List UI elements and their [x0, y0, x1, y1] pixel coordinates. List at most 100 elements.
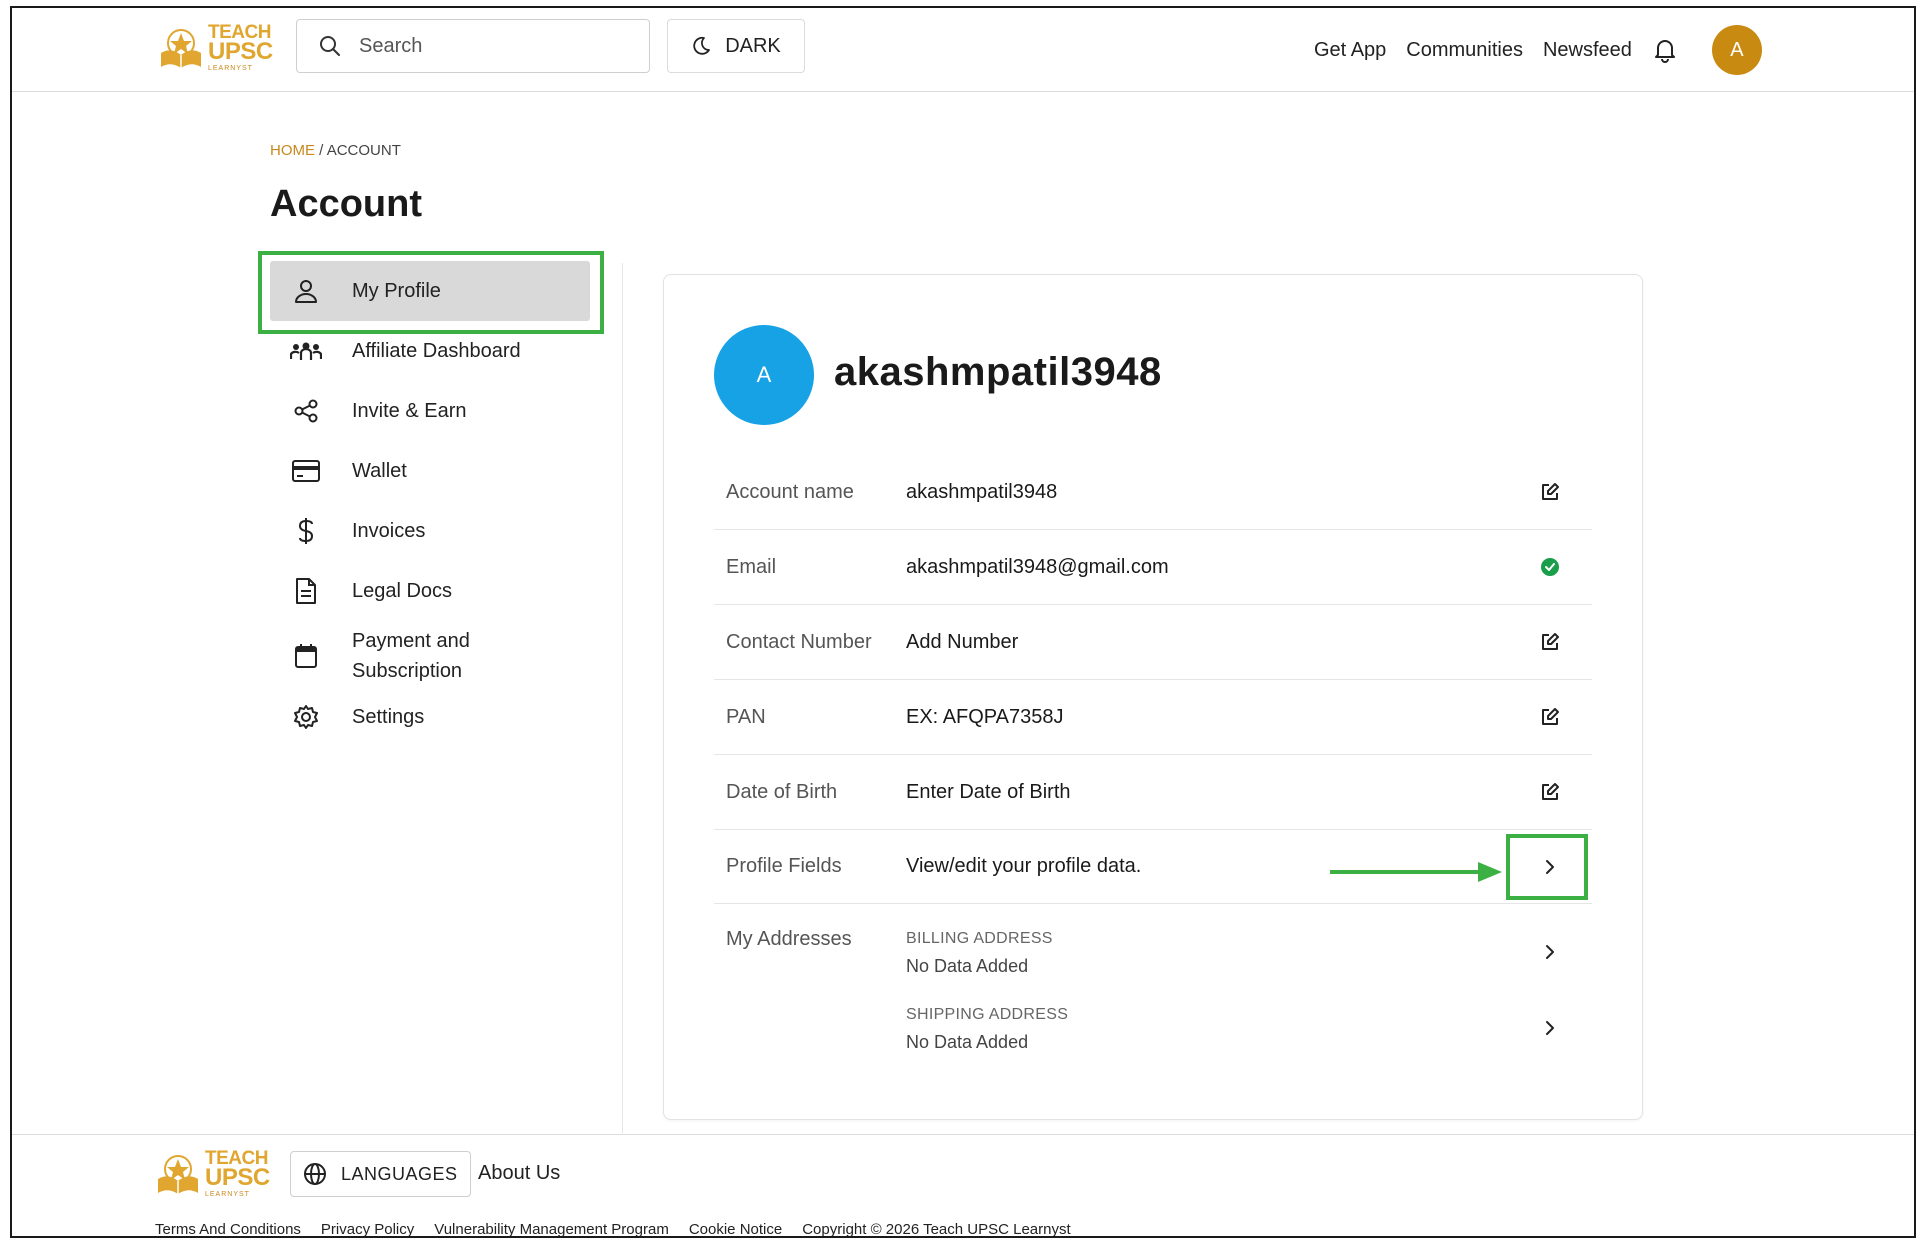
- row-value: View/edit your profile data.: [906, 855, 1142, 877]
- sidebar-item-my-profile[interactable]: My Profile: [270, 261, 590, 321]
- row-contact-number: Contact Number Add Number: [714, 605, 1592, 680]
- shipping-address-block[interactable]: SHIPPING ADDRESS No Data Added: [906, 1006, 1068, 1053]
- footer-link-terms[interactable]: Terms And Conditions: [155, 1221, 301, 1236]
- annotation-arrow: [1330, 862, 1502, 882]
- about-us-link[interactable]: About Us: [478, 1162, 560, 1185]
- chevron-right-icon[interactable]: [1538, 942, 1562, 962]
- sidebar-item-affiliate-dashboard[interactable]: Affiliate Dashboard: [270, 321, 618, 381]
- footer-copyright: Copyright © 2026 Teach UPSC Learnyst: [802, 1221, 1071, 1238]
- footer-logo[interactable]: TEACH UPSC LEARNYST: [155, 1149, 270, 1198]
- breadcrumb-separator: /: [319, 142, 324, 159]
- footer-link-privacy[interactable]: Privacy Policy: [321, 1221, 414, 1236]
- profile-avatar: A: [714, 325, 814, 425]
- top-header: TEACH UPSC LEARNYST DARK Get App Communi…: [12, 8, 1914, 92]
- row-label: Account name: [726, 480, 854, 503]
- row-date-of-birth: Date of Birth Enter Date of Birth: [714, 755, 1592, 830]
- sidebar-item-label: My Profile: [352, 280, 441, 302]
- nav-get-app[interactable]: Get App: [1314, 39, 1386, 62]
- sidebar-item-label: Affiliate Dashboard: [352, 340, 521, 362]
- document-icon: [290, 578, 322, 604]
- search-box[interactable]: [296, 19, 650, 73]
- footer-link-cookie[interactable]: Cookie Notice: [689, 1221, 782, 1236]
- card-icon: [290, 460, 322, 482]
- billing-address-block[interactable]: BILLING ADDRESS No Data Added: [906, 930, 1053, 977]
- row-label: PAN: [726, 705, 766, 728]
- footer: TEACH UPSC LEARNYST LANGUAGES About Us T…: [12, 1134, 1914, 1238]
- row-label: Email: [726, 555, 777, 578]
- billing-address-value: No Data Added: [906, 956, 1029, 976]
- row-value: akashmpatil3948@gmail.com: [906, 555, 1169, 578]
- row-my-addresses: My Addresses BILLING ADDRESS No Data Add…: [714, 904, 1592, 1064]
- user-icon: [290, 278, 322, 304]
- row-value[interactable]: Enter Date of Birth: [906, 781, 1071, 804]
- book-logo-icon: [158, 1154, 198, 1194]
- languages-button[interactable]: LANGUAGES: [290, 1151, 471, 1197]
- row-label: Date of Birth: [726, 780, 838, 803]
- bell-icon[interactable]: [1652, 37, 1678, 63]
- row-value[interactable]: Add Number: [906, 631, 1018, 654]
- sidebar-item-wallet[interactable]: Wallet: [270, 441, 618, 501]
- sidebar-item-label: Invoices: [352, 520, 426, 542]
- verified-check-icon: [1538, 557, 1562, 577]
- user-avatar[interactable]: A: [1711, 25, 1762, 75]
- sidebar: My Profile Affiliate Dashboard Invite & …: [270, 261, 618, 747]
- row-label: Contact Number: [726, 630, 872, 653]
- highlight-profile-fields-chevron: [1506, 834, 1588, 900]
- edit-icon[interactable]: [1538, 782, 1562, 802]
- shipping-address-value: No Data Added: [906, 1032, 1029, 1052]
- row-account-name: Account name akashmpatil3948: [714, 455, 1592, 530]
- sidebar-item-label: Settings: [352, 706, 425, 728]
- logo-line-3: LEARNYST: [208, 65, 253, 72]
- profile-rows: Account name akashmpatil3948 Email akash…: [714, 455, 1592, 1064]
- globe-icon: [304, 1163, 326, 1185]
- languages-label: LANGUAGES: [341, 1163, 458, 1184]
- row-label: My Addresses: [726, 928, 852, 950]
- sidebar-item-invoices[interactable]: Invoices: [270, 501, 618, 561]
- moon-icon: [693, 36, 711, 55]
- gear-icon: [290, 704, 322, 730]
- top-nav: Get App Communities Newsfeed A: [1314, 8, 1762, 92]
- row-email: Email akashmpatil3948@gmail.com: [714, 530, 1592, 605]
- share-icon: [290, 398, 322, 424]
- app-frame: TEACH UPSC LEARNYST DARK Get App Communi…: [10, 6, 1916, 1238]
- breadcrumb-home[interactable]: HOME: [270, 142, 315, 159]
- breadcrumb-current: ACCOUNT: [326, 142, 401, 159]
- profile-username: akashmpatil3948: [834, 350, 1162, 394]
- row-value[interactable]: EX: AFQPA7358J: [906, 706, 1064, 729]
- chevron-right-icon[interactable]: [1538, 1018, 1562, 1038]
- sidebar-item-legal-docs[interactable]: Legal Docs: [270, 561, 618, 621]
- footer-links: Terms And Conditions Privacy Policy Vuln…: [155, 1221, 1091, 1238]
- sidebar-item-label: Wallet: [352, 460, 407, 482]
- logo-line-2: UPSC: [205, 1164, 270, 1191]
- shipping-address-caption: SHIPPING ADDRESS: [906, 1006, 1069, 1023]
- sidebar-divider: [622, 263, 623, 1133]
- dark-mode-button[interactable]: DARK: [667, 19, 805, 73]
- edit-icon[interactable]: [1538, 632, 1562, 652]
- logo-line-3: LEARNYST: [205, 1191, 250, 1198]
- row-value: akashmpatil3948: [906, 480, 1058, 503]
- edit-icon[interactable]: [1538, 482, 1562, 502]
- calendar-icon: [290, 643, 322, 669]
- sidebar-item-payment-subscription[interactable]: Payment and Subscription: [270, 621, 618, 691]
- billing-address-caption: BILLING ADDRESS: [906, 930, 1053, 947]
- dark-mode-label: DARK: [725, 34, 781, 57]
- breadcrumb: HOME / ACCOUNT: [270, 142, 401, 159]
- logo-line-2: UPSC: [208, 38, 273, 65]
- footer-link-vulnerability[interactable]: Vulnerability Management Program: [434, 1221, 669, 1236]
- book-logo-icon: [161, 28, 201, 68]
- sidebar-item-invite-earn[interactable]: Invite & Earn: [270, 381, 618, 441]
- nav-newsfeed[interactable]: Newsfeed: [1543, 39, 1632, 62]
- sidebar-item-label: Payment and Subscription: [352, 630, 470, 682]
- profile-card: A akashmpatil3948 Account name akashmpat…: [663, 274, 1643, 1120]
- dollar-icon: [290, 517, 322, 545]
- nav-communities[interactable]: Communities: [1406, 39, 1523, 62]
- group-icon: [290, 338, 322, 364]
- sidebar-item-label: Invite & Earn: [352, 400, 467, 422]
- search-icon: [320, 36, 340, 56]
- edit-icon[interactable]: [1538, 707, 1562, 727]
- logo[interactable]: TEACH UPSC LEARNYST: [158, 23, 273, 72]
- sidebar-item-settings[interactable]: Settings: [270, 687, 618, 747]
- sidebar-item-label: Legal Docs: [352, 580, 453, 602]
- page-title: Account: [270, 183, 422, 225]
- search-input[interactable]: [359, 34, 639, 58]
